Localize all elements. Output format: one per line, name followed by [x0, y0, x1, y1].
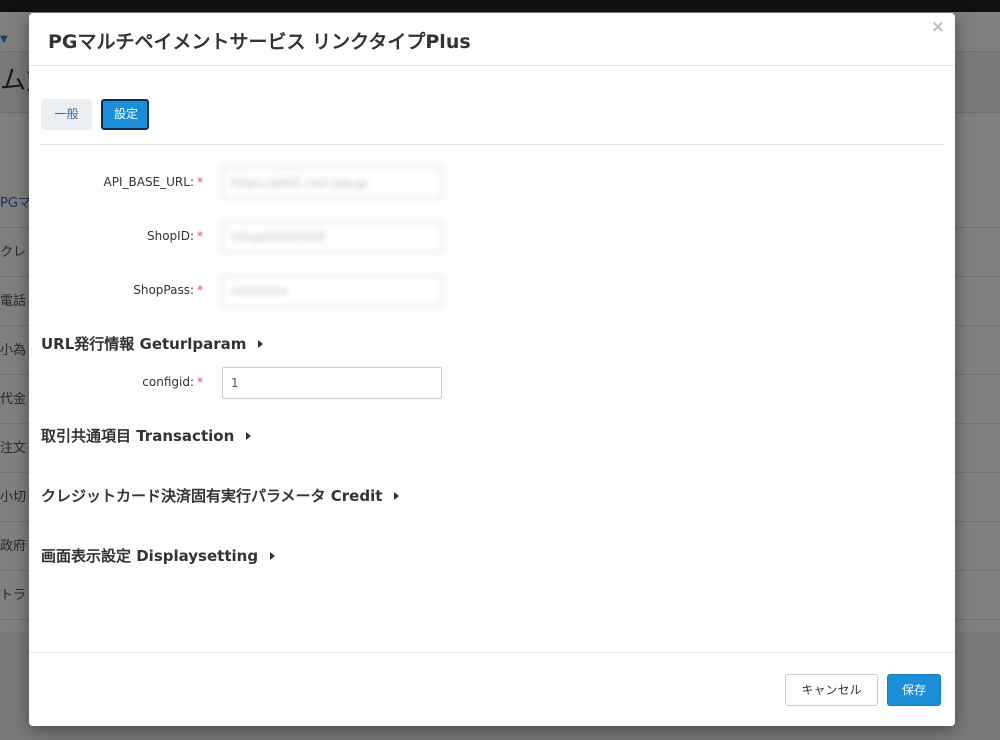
api-base-url-row: API_BASE_URL: * https://pt01.mul-pay.jp [29, 167, 955, 199]
section-displaysetting-toggle[interactable]: 画面表示設定 Displaysetting [41, 545, 276, 566]
shop-pass-input[interactable]: xxxxxxxx [222, 275, 442, 307]
tabs-divider [41, 144, 943, 145]
section-credit-toggle[interactable]: クレジットカード決済固有実行パラメータ Credit [41, 485, 400, 506]
section-displaysetting-title: 画面表示設定 Displaysetting [41, 547, 259, 565]
caret-right-icon [246, 431, 252, 440]
modal-header: PGマルチペイメントサービス リンクタイプPlus × [29, 13, 955, 66]
section-credit-title: クレジットカード決済固有実行パラメータ Credit [41, 487, 383, 505]
required-mark: * [197, 375, 203, 389]
shop-pass-label: ShopPass: * [133, 283, 203, 297]
configid-row: configid: * 1 [29, 367, 955, 399]
required-mark: * [197, 229, 203, 243]
shop-pass-row: ShopPass: * xxxxxxxx [29, 275, 955, 307]
caret-right-icon [258, 339, 264, 348]
modal-footer: キャンセル 保存 [29, 652, 955, 726]
section-transaction-toggle[interactable]: 取引共通項目 Transaction [41, 425, 252, 446]
save-button[interactable]: 保存 [887, 674, 941, 706]
section-transaction-title: 取引共通項目 Transaction [41, 427, 235, 445]
cancel-button[interactable]: キャンセル [785, 674, 878, 706]
shop-id-label: ShopID: * [146, 229, 203, 243]
api-base-url-input[interactable]: https://pt01.mul-pay.jp [222, 167, 442, 199]
caret-right-icon [394, 491, 400, 500]
configid-input[interactable]: 1 [222, 367, 442, 399]
caret-right-icon [270, 551, 276, 560]
api-base-url-label: API_BASE_URL: * [103, 175, 203, 189]
shop-id-input[interactable]: tshop00000000 [222, 221, 442, 253]
section-geturlparam-toggle[interactable]: URL発行情報 Geturlparam [41, 333, 264, 354]
section-geturlparam-title: URL発行情報 Geturlparam [41, 335, 247, 353]
close-icon[interactable]: × [931, 17, 945, 37]
shop-id-row: ShopID: * tshop00000000 [29, 221, 955, 253]
modal-title: PGマルチペイメントサービス リンクタイプPlus [48, 31, 471, 53]
tab-settings[interactable]: 設定 [101, 99, 149, 130]
required-mark: * [197, 283, 203, 297]
configid-label: configid: * [142, 375, 203, 389]
tab-general[interactable]: 一般 [41, 99, 92, 130]
settings-modal: PGマルチペイメントサービス リンクタイプPlus × 一般 設定 API_BA… [29, 13, 955, 726]
required-mark: * [197, 175, 203, 189]
